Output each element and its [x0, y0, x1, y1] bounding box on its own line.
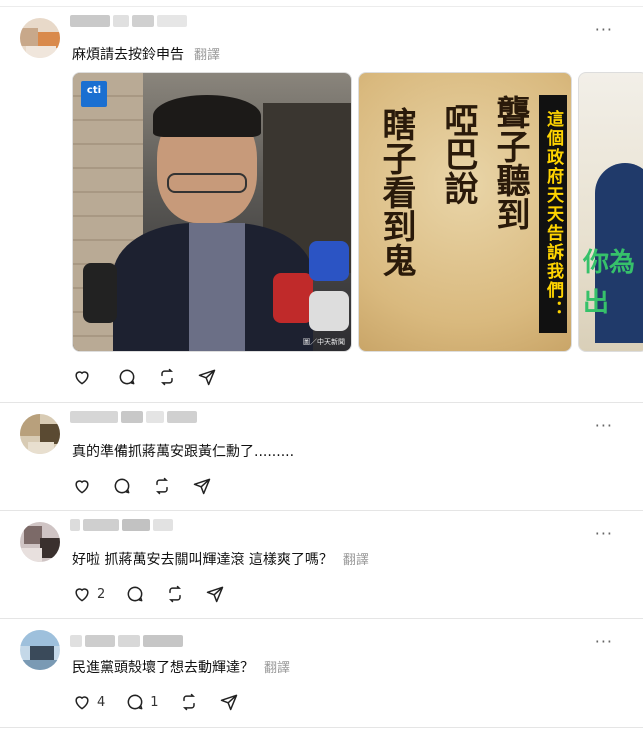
like-count: 4 [97, 694, 106, 710]
repost-button[interactable] [165, 584, 185, 604]
caption-banner: 這個政府天天告訴我們： [539, 95, 567, 333]
reply-button[interactable] [112, 476, 132, 496]
like-button[interactable]: 4 [72, 692, 105, 712]
more-options-button[interactable]: ··· [595, 20, 613, 39]
like-button[interactable]: 2 [72, 584, 105, 604]
microphone [309, 291, 349, 331]
post-text-content: 民進黨頭殼壞了想去動輝達？ [72, 660, 254, 676]
username-blurred[interactable] [70, 410, 197, 424]
translate-link[interactable]: 翻譯 [343, 553, 369, 568]
more-options-button[interactable]: ··· [595, 524, 613, 543]
share-button[interactable] [197, 367, 217, 387]
post-3: ··· 好啦 抓蔣萬安去關叫輝達滾 這樣爽了嗎？ 翻譯 2 [0, 510, 643, 618]
post-text: 好啦 抓蔣萬安去關叫輝達滾 這樣爽了嗎？ 翻譯 [72, 549, 369, 569]
calligraphy-line-1: 聾子聽到 [490, 95, 530, 231]
heart-icon [75, 480, 89, 494]
reply-button[interactable]: 1 [125, 692, 159, 712]
avatar[interactable] [20, 522, 60, 562]
post-actions [72, 474, 232, 498]
post-text: 真的準備抓蔣萬安跟黃仁勳了......... [72, 444, 295, 460]
heart-icon [75, 696, 89, 710]
post-2: ··· 真的準備抓蔣萬安跟黃仁勳了......... [0, 402, 643, 510]
repost-icon [161, 368, 173, 386]
share-button[interactable] [192, 476, 212, 496]
more-options-button[interactable]: ··· [595, 632, 613, 651]
repost-button[interactable] [157, 367, 177, 387]
share-icon [193, 478, 211, 495]
post-4: ··· 民進黨頭殼壞了想去動輝達？ 翻譯 4 1 [0, 618, 643, 726]
repost-button[interactable] [179, 692, 199, 712]
post-1: ··· 麻煩請去按鈴申告 翻譯 cti 圖／中天新聞 聾子聽到 啞巴說 瞎子看到鬼… [0, 0, 643, 400]
gallery-image-1[interactable]: cti 圖／中天新聞 [72, 72, 352, 352]
translate-link[interactable]: 翻譯 [264, 661, 290, 676]
image-gallery[interactable]: cti 圖／中天新聞 聾子聽到 啞巴說 瞎子看到鬼 這個政府天天告訴我們： 你為… [72, 72, 643, 352]
username-blurred[interactable] [70, 14, 187, 28]
post-actions: 2 [72, 582, 245, 606]
glasses [167, 173, 247, 193]
like-button[interactable] [72, 367, 97, 387]
heart-icon [75, 371, 89, 385]
image-caption: 圖／中天新聞 [303, 338, 345, 346]
username-blurred[interactable] [70, 634, 183, 648]
like-count: 2 [97, 586, 106, 602]
username-blurred[interactable] [70, 518, 173, 532]
share-button[interactable] [205, 584, 225, 604]
post-text-content: 好啦 抓蔣萬安去關叫輝達滾 這樣爽了嗎？ [72, 552, 333, 568]
cti-logo: cti [81, 81, 107, 107]
translate-link[interactable]: 翻譯 [194, 48, 220, 63]
reply-button[interactable] [125, 584, 145, 604]
avatar[interactable] [20, 18, 60, 58]
post-text: 麻煩請去按鈴申告 翻譯 [72, 44, 220, 64]
reply-button[interactable] [117, 367, 137, 387]
repost-icon [169, 585, 182, 603]
avatar[interactable] [20, 630, 60, 670]
share-button[interactable] [219, 692, 239, 712]
share-icon [207, 586, 224, 603]
comment-icon [114, 478, 130, 494]
microphone [83, 263, 117, 323]
post-actions: 4 1 [72, 690, 259, 714]
gallery-image-2[interactable]: 聾子聽到 啞巴說 瞎子看到鬼 這個政府天天告訴我們： [358, 72, 572, 352]
divider [0, 727, 643, 728]
comment-icon [119, 369, 135, 385]
comment-icon [127, 586, 143, 602]
calligraphy-line-2: 啞巴說 [438, 103, 478, 205]
like-button[interactable] [72, 476, 92, 496]
reply-count: 1 [150, 694, 159, 710]
comment-icon [127, 694, 143, 710]
microphone [273, 273, 313, 323]
heart-icon [75, 588, 89, 602]
share-icon [198, 369, 216, 386]
post-text-content: 麻煩請去按鈴申告 [72, 47, 184, 63]
repost-icon [182, 693, 195, 711]
shirt [189, 223, 245, 351]
post-actions [72, 365, 237, 389]
calligraphy-line-3: 瞎子看到鬼 [376, 107, 416, 277]
avatar[interactable] [20, 414, 60, 454]
gallery-image-3[interactable]: 你為 出 [578, 72, 643, 352]
repost-button[interactable] [152, 476, 172, 496]
overlay-text: 你為 出 [583, 248, 636, 318]
share-icon [220, 694, 237, 711]
hair [153, 95, 261, 137]
repost-icon [156, 477, 168, 495]
post-text: 民進黨頭殼壞了想去動輝達？ 翻譯 [72, 657, 290, 677]
microphone [309, 241, 349, 281]
more-options-button[interactable]: ··· [595, 416, 613, 435]
